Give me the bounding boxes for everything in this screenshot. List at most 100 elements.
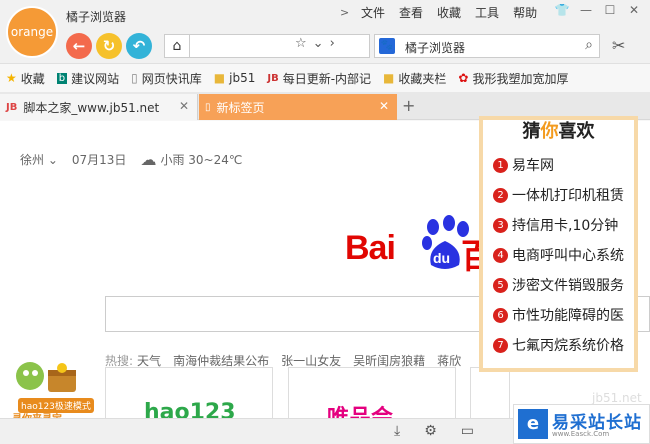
ad-item[interactable]: 2 一体机打印机租赁 <box>493 180 624 210</box>
refresh-button[interactable]: ↻ <box>96 33 122 59</box>
bookmark-label: 建议网站 <box>71 71 120 86</box>
undo-icon: ↶ <box>132 37 146 55</box>
bookmark-favorites-bar[interactable]: ■ 收藏夹栏 <box>383 70 446 87</box>
gear-icon[interactable]: ⚙ <box>424 423 437 439</box>
home-icon: ⌂ <box>172 38 182 54</box>
window-controls: 👕 — ☐ ✕ <box>550 3 646 17</box>
ad-list: 1 易车网 2 一体机打印机租赁 3 持信用卡,10分钟 4 电商呼叫中心系统 5 涉密文… <box>493 150 624 360</box>
close-icon[interactable]: ✕ <box>179 99 189 113</box>
download-icon[interactable]: ⤓ <box>394 423 400 439</box>
ad-item-number: 5 <box>493 277 508 293</box>
ad-item-number: 1 <box>493 157 508 173</box>
ad-item-number: 7 <box>493 337 508 353</box>
address-bar-actions: ☆ ⌄ › <box>295 36 335 51</box>
menu-file[interactable]: 文件 <box>354 4 392 21</box>
site-card-vip[interactable]: 唯品会 <box>288 367 456 418</box>
baidu-logo-text: Bai <box>345 229 396 267</box>
back-button[interactable]: ← <box>66 33 92 59</box>
menu-view[interactable]: 查看 <box>392 4 430 21</box>
bing-icon: b <box>56 72 68 84</box>
folder-icon: ■ <box>213 71 226 85</box>
recommend-ad-panel[interactable]: 猜你喜欢 1 易车网 2 一体机打印机租赁 3 持信用卡,10分钟 4 电商呼叫中心系统… <box>479 116 638 372</box>
tab-label: 脚本之家_www.jb51.net <box>23 100 160 115</box>
tab-label: 新标签页 <box>216 100 265 115</box>
bookmark-label: 每日更新-内部记 <box>282 71 372 86</box>
close-icon[interactable]: ✕ <box>379 99 389 113</box>
bookmark-label: 收藏夹栏 <box>398 71 447 86</box>
baidu-logo[interactable]: Bai du 百 <box>345 215 495 277</box>
bookmark-label: 收藏 <box>20 71 45 86</box>
skin-icon[interactable]: 👕 <box>550 3 574 17</box>
page-icon: ▯ <box>205 101 211 113</box>
ad-item-text: 涉密文件销毁服务 <box>512 278 624 294</box>
window-icon[interactable]: ▭ <box>461 423 474 439</box>
ad-item[interactable]: 3 持信用卡,10分钟 <box>493 210 624 240</box>
bookmark-jb51[interactable]: ■ jb51 <box>214 71 256 85</box>
star-icon: ★ <box>6 71 17 85</box>
watermark-overlay-text: jb51.net <box>592 391 642 405</box>
address-bar[interactable] <box>190 34 370 58</box>
ad-item-text: 一体机打印机租赁 <box>512 188 624 204</box>
page-icon: ▯ <box>131 71 138 85</box>
date-label: 07月13日 <box>71 153 127 167</box>
chevron-right-icon[interactable]: > <box>340 6 354 19</box>
undo-button[interactable]: ↶ <box>126 33 152 59</box>
ad-title-post: 喜欢 <box>558 121 595 142</box>
site-card-partial[interactable] <box>470 367 510 418</box>
tab-new-tab[interactable]: ▯ 新标签页 ✕ <box>199 94 397 120</box>
ad-title: 猜你喜欢 <box>483 120 634 144</box>
chevron-down-icon[interactable]: ⌄ <box>313 36 324 51</box>
bookmark-daily-update[interactable]: JB 每日更新-内部记 <box>267 70 371 87</box>
mascot-banner[interactable]: hao123极速模式 寻你来寻宝 <box>8 356 94 418</box>
ad-item[interactable]: 7 七氟丙烷系统价格 <box>493 330 624 360</box>
menu-help[interactable]: 帮助 <box>506 4 544 21</box>
bookmark-huawei[interactable]: ✿ 我形我塑加宽加厚 <box>458 70 568 87</box>
bookmark-label: jb51 <box>229 71 256 85</box>
browser-logo[interactable]: orange <box>6 6 58 58</box>
scissors-icon[interactable]: ✂ <box>612 36 625 55</box>
hao123-logo: hao123 <box>144 400 236 418</box>
huawei-icon: ✿ <box>458 71 469 85</box>
new-tab-button[interactable]: + <box>402 96 415 115</box>
minimize-button[interactable]: — <box>574 3 598 17</box>
menu-favorites[interactable]: 收藏 <box>430 4 468 21</box>
star-icon[interactable]: ☆ <box>295 36 307 51</box>
bookmark-suggested-sites[interactable]: b 建议网站 <box>56 70 120 87</box>
ad-item-text: 七氟丙烷系统价格 <box>512 338 624 354</box>
home-button[interactable]: ⌂ <box>164 34 190 58</box>
ad-item[interactable]: 1 易车网 <box>493 150 624 180</box>
ad-item-text: 易车网 <box>512 158 554 174</box>
ad-title-highlight: 你 <box>540 121 559 142</box>
city-selector[interactable]: 徐州 ⌄ <box>20 151 58 168</box>
search-text: 橘子浏览器 <box>405 41 466 55</box>
ad-item[interactable]: 6 市性功能障碍的医 <box>493 300 624 330</box>
chevron-right-icon[interactable]: › <box>330 36 335 51</box>
bookmark-web-slices[interactable]: ▯ 网页快讯库 <box>131 70 202 87</box>
maximize-button[interactable]: ☐ <box>598 3 622 17</box>
ad-item[interactable]: 5 涉密文件销毁服务 <box>493 270 624 300</box>
app-title: 橘子浏览器 <box>66 10 127 24</box>
status-actions: ⤓ ⚙ ▭ <box>394 423 474 439</box>
weather-widget: 徐州 ⌄ 07月13日 ☁ 小雨 30~24℃ <box>20 150 242 169</box>
watermark-subtext: www.Easck.Com <box>552 430 610 438</box>
tab-jb51[interactable]: JB 脚本之家_www.jb51.net ✕ <box>0 94 198 120</box>
ad-item-text: 电商呼叫中心系统 <box>512 248 624 264</box>
site-card-hao123[interactable]: hao123 <box>105 367 273 418</box>
ad-item[interactable]: 4 电商呼叫中心系统 <box>493 240 624 270</box>
ad-item-number: 2 <box>493 187 508 203</box>
weather-label: 小雨 30~24℃ <box>160 153 243 167</box>
search-input[interactable]: 🐾 橘子浏览器 ⌕ <box>374 34 600 58</box>
ad-item-number: 3 <box>493 217 508 233</box>
search-icon[interactable]: ⌕ <box>585 37 593 53</box>
ad-title-pre: 猜 <box>522 121 541 142</box>
folder-icon: ■ <box>383 71 395 85</box>
ad-item-number: 6 <box>493 307 508 323</box>
ad-item-text: 市性功能障碍的医 <box>512 308 624 324</box>
watermark-logo: jb51.net e 易采站长站 www.Easck.Com <box>513 391 650 444</box>
navigation-bar: ← ↻ ↶ ⌂ ☆ ⌄ › 🐾 橘子浏览器 ⌕ ✂ <box>0 30 650 64</box>
baidu-paw-icon[interactable]: 🐾 <box>379 38 395 54</box>
bookmark-favorites[interactable]: ★ 收藏 <box>6 70 45 87</box>
menu-tools[interactable]: 工具 <box>468 4 506 21</box>
city-label: 徐州 <box>20 153 45 167</box>
close-button[interactable]: ✕ <box>622 3 646 17</box>
